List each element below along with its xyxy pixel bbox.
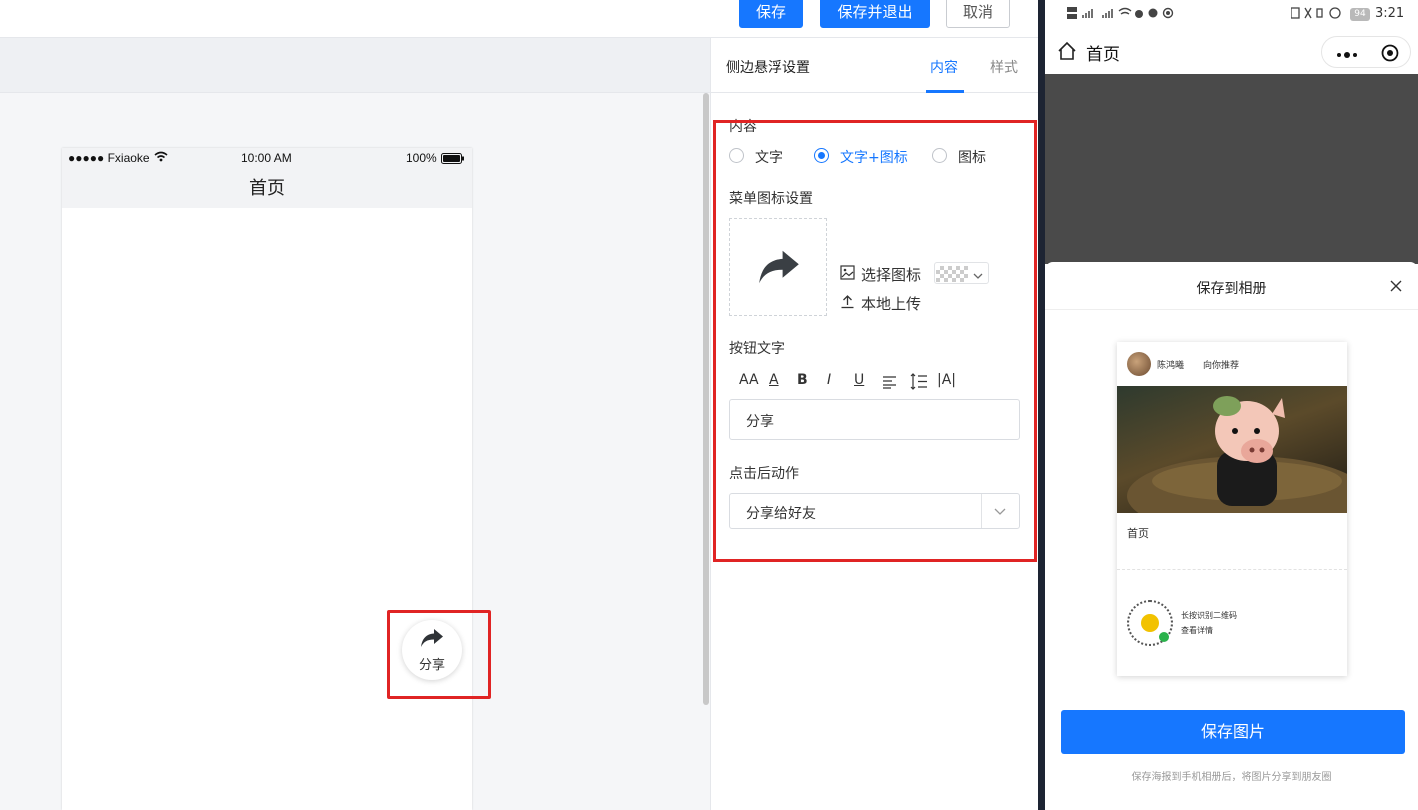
page-editor: 保存 保存并退出 取消 ●●●●● Fxiaoke 10:00 AM 100% … bbox=[0, 0, 1038, 810]
settings-panel: 侧边悬浮设置 内容 样式 内容 文字 文字+图标 图标 菜单图标设置 选择图标 … bbox=[710, 38, 1038, 810]
battery-percent: 100% bbox=[406, 151, 437, 165]
poster-photo bbox=[1117, 386, 1347, 513]
phone-status-bar: ●●●●● Fxiaoke 10:00 AM 100% bbox=[62, 148, 472, 170]
mobile-nav-bar: 首页 bbox=[1045, 30, 1418, 74]
cancel-button[interactable]: 取消 bbox=[946, 0, 1010, 28]
qr-center-logo bbox=[1141, 614, 1159, 632]
mobile-time: 3:21 bbox=[1375, 6, 1405, 21]
save-to-album-sheet: 保存到相册 陈鸿曦 向你推荐 首页 长按识别二维码 查看详情 保存图片 保存海报… bbox=[1045, 262, 1418, 810]
share-poster: 陈鸿曦 向你推荐 首页 长按识别二维码 查看详情 bbox=[1117, 342, 1347, 676]
highlight-outline-settings bbox=[713, 120, 1037, 562]
avatar bbox=[1127, 352, 1151, 376]
sheet-title: 保存到相册 bbox=[1196, 281, 1267, 297]
save-and-exit-button[interactable]: 保存并退出 bbox=[820, 0, 930, 28]
signal-icon bbox=[1067, 6, 1187, 23]
capsule-menu bbox=[1321, 36, 1411, 68]
sheet-header: 保存到相册 bbox=[1045, 262, 1418, 310]
battery-level: 94 bbox=[1350, 8, 1370, 21]
poster-recommend-text: 向你推荐 bbox=[1203, 361, 1240, 371]
canvas-header-strip bbox=[0, 38, 710, 93]
phone-time: 10:00 AM bbox=[241, 151, 292, 165]
close-icon[interactable] bbox=[1389, 278, 1403, 297]
mobile-status-bar: 94 3:21 bbox=[1045, 0, 1418, 30]
save-button[interactable]: 保存 bbox=[739, 0, 803, 28]
save-image-button[interactable]: 保存图片 bbox=[1061, 710, 1405, 754]
battery-icon bbox=[441, 153, 465, 167]
wifi-icon bbox=[154, 151, 168, 165]
canvas-scrollbar[interactable] bbox=[703, 93, 709, 705]
qr-hint-2: 查看详情 bbox=[1181, 626, 1213, 635]
top-toolbar: 保存 保存并退出 取消 bbox=[0, 0, 1038, 38]
home-icon[interactable] bbox=[1057, 41, 1077, 65]
highlight-outline-float-button bbox=[387, 610, 491, 699]
carrier-label: ●●●●● Fxiaoke bbox=[68, 151, 150, 165]
save-hint-text: 保存海报到手机相册后，将图片分享到朋友圈 bbox=[1131, 772, 1332, 783]
poster-divider bbox=[1117, 569, 1347, 570]
qr-hint-1: 长按识别二维码 bbox=[1181, 611, 1237, 620]
dimmed-backdrop bbox=[1045, 74, 1418, 264]
settings-panel-header: 侧边悬浮设置 内容 样式 bbox=[711, 38, 1038, 93]
close-miniprogram-icon[interactable] bbox=[1381, 44, 1399, 66]
settings-panel-title: 侧边悬浮设置 bbox=[726, 60, 810, 76]
more-icon[interactable] bbox=[1336, 46, 1358, 65]
screenshot-divider bbox=[1038, 0, 1045, 810]
mobile-page-title: 首页 bbox=[1086, 45, 1120, 65]
qr-code bbox=[1127, 600, 1173, 646]
phone-preview: ●●●●● Fxiaoke 10:00 AM 100% 首页 bbox=[62, 148, 472, 810]
tab-content[interactable]: 内容 bbox=[930, 57, 958, 77]
poster-page-name: 首页 bbox=[1127, 527, 1149, 540]
phone-page-title: 首页 bbox=[62, 170, 472, 208]
poster-user-name: 陈鸿曦 bbox=[1157, 361, 1185, 371]
mobile-screen: 94 3:21 首页 保存到相册 陈鸿曦 向你推荐 首页 长按识别二维码 查看详… bbox=[1045, 0, 1418, 810]
qr-badge bbox=[1159, 632, 1169, 642]
tab-style[interactable]: 样式 bbox=[990, 57, 1018, 77]
system-icons bbox=[1290, 6, 1351, 23]
tab-active-indicator bbox=[926, 90, 964, 93]
